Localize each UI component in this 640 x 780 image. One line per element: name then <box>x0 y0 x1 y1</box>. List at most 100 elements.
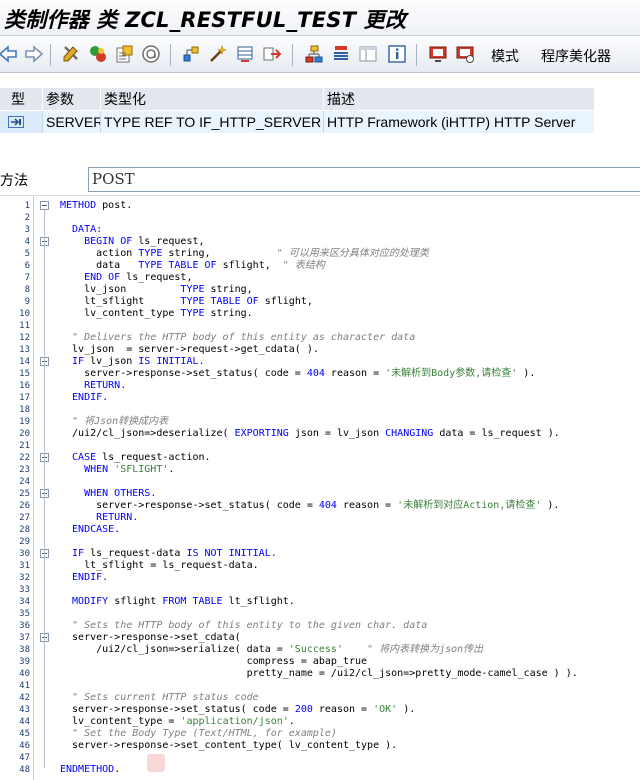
code-line[interactable]: CASE ls_request-action. <box>60 452 211 464</box>
code-token: MODIFY <box>60 596 115 607</box>
line-number: 41 <box>19 681 30 691</box>
code-token: TYPE TABLE OF <box>180 296 265 307</box>
param-typing[interactable]: TYPE REF TO IF_HTTP_SERVER <box>100 111 323 133</box>
display-change-icon[interactable] <box>61 44 81 64</box>
code-line[interactable]: lt_sflight = ls_request-data. <box>60 560 259 572</box>
code-line[interactable]: DATA: <box>60 224 102 236</box>
code-line[interactable]: data TYPE TABLE OF sflight, " 表结构 <box>60 260 325 272</box>
code-token: lv_json = server->request->get_cdata( ). <box>60 344 319 355</box>
code-area[interactable]: METHOD post. DATA: BEGIN OF ls_request, … <box>60 196 640 780</box>
code-line[interactable]: WHEN OTHERS. <box>60 488 156 500</box>
code-token: string. <box>210 308 253 319</box>
code-token: DATA: <box>60 224 103 235</box>
param-name[interactable]: SERVER <box>42 111 100 133</box>
code-line[interactable]: pretty_name = /ui2/cl_json=>pretty_mode-… <box>60 668 578 680</box>
line-number: 26 <box>19 501 30 511</box>
code-token: '未解析到Body参数,请检查' <box>385 368 518 379</box>
code-line[interactable]: RETURN. <box>60 512 138 524</box>
code-line[interactable]: IF lv_json IS INITIAL. <box>60 356 205 368</box>
attributes-icon[interactable] <box>331 44 351 64</box>
code-line[interactable]: lv_json TYPE string, <box>60 284 253 296</box>
code-line[interactable]: " Sets the HTTP body of this entity to t… <box>60 620 427 632</box>
code-line[interactable]: lv_content_type = 'application/json'. <box>60 716 295 728</box>
param-description[interactable]: HTTP Framework (iHTTP) HTTP Server <box>323 111 594 133</box>
code-token: TYPE <box>180 308 211 319</box>
import-param-icon <box>8 116 24 128</box>
code-line[interactable]: action TYPE string, " 可以用来区分具体对应的处理类 <box>60 248 429 260</box>
code-line[interactable]: " 将Json转换成内表 <box>60 416 168 428</box>
header-description[interactable]: 描述 <box>323 88 594 110</box>
code-line[interactable]: " Sets current HTTP status code <box>60 692 259 704</box>
line-number: 39 <box>19 657 30 667</box>
code-line[interactable]: ENDMETHOD. <box>60 764 120 776</box>
object-list-icon[interactable] <box>114 44 134 64</box>
where-used-icon[interactable] <box>141 44 161 64</box>
code-token: reason = <box>312 704 374 715</box>
line-number: 15 <box>19 369 30 379</box>
header-parameter[interactable]: 参数 <box>42 88 100 110</box>
code-token: 'OK' <box>373 704 398 715</box>
fold-toggle[interactable] <box>40 201 49 210</box>
code-line[interactable]: server->response->set_status( code = 404… <box>60 500 559 512</box>
code-line[interactable]: /ui2/cl_json=>serialize( data = 'Success… <box>60 644 483 656</box>
code-token: ls_request, <box>126 272 193 283</box>
header-type[interactable]: 型 <box>8 88 42 110</box>
code-line[interactable]: server->response->set_content_type( lv_c… <box>60 740 397 752</box>
screen-icon[interactable] <box>428 44 448 64</box>
forward-arrow-icon[interactable] <box>24 44 44 64</box>
info-icon[interactable] <box>387 44 407 64</box>
line-number: 6 <box>24 261 30 271</box>
line-number: 45 <box>19 729 30 739</box>
test-icon[interactable] <box>235 44 255 64</box>
code-line[interactable]: ENDCASE. <box>60 524 120 536</box>
code-line[interactable]: lt_sflight TYPE TABLE OF sflight, <box>60 296 313 308</box>
code-line[interactable]: MODIFY sflight FROM TABLE lt_sflight. <box>60 596 295 608</box>
active-inactive-icon[interactable] <box>88 44 108 64</box>
activate-icon[interactable] <box>208 44 228 64</box>
header-typing[interactable]: 类型化 <box>100 88 323 110</box>
code-token: TYPE <box>138 248 169 259</box>
parameter-row[interactable]: SERVER TYPE REF TO IF_HTTP_SERVER HTTP F… <box>0 111 594 133</box>
code-line[interactable]: server->response->set_status( code = 200… <box>60 704 415 716</box>
code-line[interactable]: BEGIN OF ls_request, <box>60 236 204 248</box>
line-number: 42 <box>19 693 30 703</box>
code-line[interactable]: /ui2/cl_json=>deserialize( EXPORTING jso… <box>60 428 560 440</box>
code-line[interactable]: " Delivers the HTTP body of this entity … <box>60 332 415 344</box>
code-token: ENDCASE. <box>60 524 121 535</box>
code-token: server->response->set_status( code = <box>60 704 295 715</box>
line-number: 40 <box>19 669 30 679</box>
pretty-printer-button[interactable]: 程序美化器 <box>541 46 611 66</box>
code-line[interactable]: ENDIF. <box>60 572 108 584</box>
line-number: 3 <box>24 225 30 235</box>
code-token: EXPORTING <box>234 428 295 439</box>
application-toolbar: 模式 程序美化器 <box>0 37 640 73</box>
code-line[interactable]: server->response->set_cdata( <box>60 632 241 644</box>
abap-code-editor[interactable]: 1 2 3 4 5 6 7 8 9 10 11 12 13 14 15 16 17 18 19 20 21 22 23 24 2… <box>0 195 640 780</box>
back-arrow-icon[interactable] <box>0 44 18 64</box>
code-line[interactable]: METHOD post. <box>60 200 132 212</box>
code-line[interactable]: " Set the Body Type (Text/HTML, for exam… <box>60 728 337 740</box>
code-line[interactable]: RETURN. <box>60 380 126 392</box>
code-token: lv_json <box>60 284 181 295</box>
code-line[interactable]: lv_json = server->request->get_cdata( ). <box>60 344 319 356</box>
method-name-field[interactable]: POST <box>88 167 640 192</box>
code-token: TYPE <box>180 284 211 295</box>
code-token: IS INITIAL. <box>138 356 205 367</box>
debug-icon[interactable] <box>455 44 475 64</box>
code-line[interactable]: END OF ls_request, <box>60 272 192 284</box>
code-line[interactable]: lv_content_type TYPE string. <box>60 308 253 320</box>
layout-icon[interactable] <box>358 44 378 64</box>
code-line[interactable]: compress = abap_true <box>60 656 367 668</box>
code-token: RETURN. <box>60 512 139 523</box>
navigate-icon[interactable] <box>262 44 282 64</box>
check-syntax-icon[interactable] <box>181 44 201 64</box>
code-line[interactable]: ENDIF. <box>60 392 108 404</box>
code-line[interactable]: WHEN 'SFLIGHT'. <box>60 464 174 476</box>
code-line[interactable]: IF ls_request-data IS NOT INITIAL. <box>60 548 277 560</box>
code-line[interactable]: server->response->set_status( code = 404… <box>60 368 535 380</box>
code-token: ENDMETHOD <box>60 764 115 775</box>
line-number-gutter: 1 2 3 4 5 6 7 8 9 10 11 12 13 14 15 16 17 18 19 20 21 22 23 24 2… <box>0 196 34 780</box>
code-token: json = lv_json <box>294 428 386 439</box>
pattern-button[interactable]: 模式 <box>491 46 519 66</box>
hierarchy-icon[interactable] <box>304 44 324 64</box>
